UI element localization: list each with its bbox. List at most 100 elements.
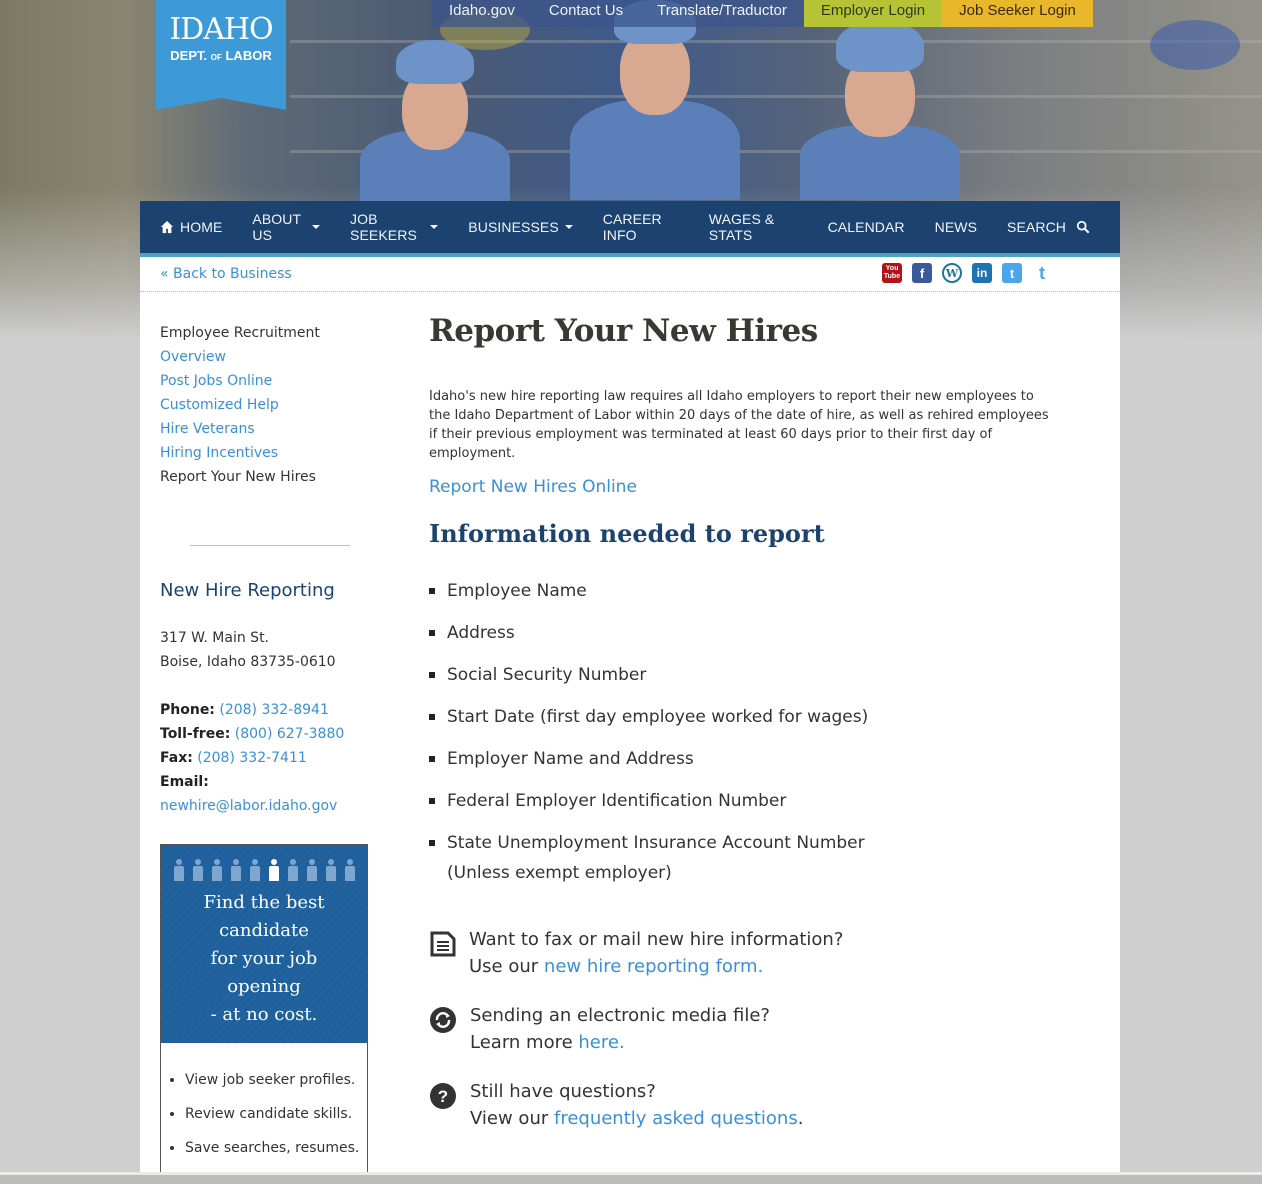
faq-cta: ? Still have questions? View our frequen… [429,1078,1059,1132]
sidebar: Employee Recruitment Overview Post Jobs … [160,321,370,818]
tollfree-link[interactable]: (800) 627-3880 [235,726,345,742]
back-to-business-link[interactable]: « Back to Business [160,266,292,282]
cta-text: Still have questions? [470,1081,656,1102]
electronic-media-learn-more-link[interactable]: here. [578,1032,624,1053]
nav-career-info[interactable]: CAREER INFO [603,211,679,243]
sidebar-item-customized-help[interactable]: Customized Help [160,393,370,417]
breadcrumb-bar: « Back to Business You Tube f W in t t [140,257,1120,292]
person-icon [306,859,317,881]
cta-suffix: . [797,1108,804,1129]
person-icon [287,859,298,881]
question-circle-icon: ? [430,1083,456,1109]
person-icon [173,859,184,881]
facebook-icon[interactable]: f [912,263,932,283]
requirement-item: Social Security Number [429,660,1059,690]
fax-link[interactable]: (208) 332-7411 [197,750,307,766]
new-hire-reporting-form-link[interactable]: new hire reporting form. [544,956,763,977]
faq-link[interactable]: frequently asked questions [554,1108,798,1129]
report-new-hires-online-link[interactable]: Report New Hires Online [429,477,1059,497]
requirement-note: (Unless exempt employer) [447,863,672,883]
promo-line: candidate [219,920,309,941]
cta-prefix: Learn more [470,1032,579,1053]
sidebar-section-title: Employee Recruitment [160,325,320,341]
nav-search[interactable]: SEARCH [1007,219,1090,235]
fax-mail-cta: Want to fax or mail new hire information… [429,926,1059,980]
page-title: Report Your New Hires [429,313,818,349]
idaho-dept-of-labor-logo[interactable]: IDAHO DEPT. OF LABOR [156,0,286,110]
employer-login-button[interactable]: Employer Login [803,0,943,27]
promo-line: opening [227,976,301,997]
sidebar-item-current: Report Your New Hires [160,469,316,485]
wordpress-icon[interactable]: W [942,263,962,283]
translate-link[interactable]: Translate/Traductor [640,0,804,27]
nav-businesses[interactable]: BUSINESSES [468,219,573,235]
cta-prefix: View our [470,1108,554,1129]
address-line-1: 317 W. Main St. [160,630,270,646]
cta-text: Want to fax or mail new hire information… [469,929,844,950]
sidebar-item-hire-veterans[interactable]: Hire Veterans [160,417,370,441]
address-line-2: Boise, Idaho 83735-0610 [160,654,336,670]
logo-dept-text: DEPT. OF LABOR [156,48,286,63]
twitter-square-icon[interactable]: t [1002,263,1022,283]
sidebar-item-hiring-incentives[interactable]: Hiring Incentives [160,441,370,465]
phone-label: Phone: [160,702,215,718]
phone-link[interactable]: (208) 332-8941 [219,702,329,718]
fax-label: Fax: [160,750,193,766]
requirement-item: Federal Employer Identification Number [429,786,1059,816]
nav-news[interactable]: NEWS [935,219,977,235]
promo-benefit: Save searches, resumes. [185,1131,367,1165]
nav-job-seekers[interactable]: JOB SEEKERS [350,211,439,243]
requirement-item: Start Date (first day employee worked fo… [429,702,1059,732]
contact-heading: New Hire Reporting [160,580,335,601]
caret-down-icon [430,225,439,229]
contact-us-link[interactable]: Contact Us [531,0,641,27]
cta-text: Sending an electronic media file? [470,1005,770,1026]
document-icon [430,931,456,957]
promo-line: Find the best [203,892,325,913]
promo-benefits-list: View job seeker profiles. Review candida… [161,1063,367,1165]
nav-wages-stats[interactable]: WAGES & STATS [709,211,798,243]
email-label: Email: [160,774,209,790]
sidebar-item-overview[interactable]: Overview [160,345,370,369]
hero-detail [1150,20,1240,70]
person-icon [192,859,203,881]
nav-home-label: HOME [180,219,223,235]
idaho-gov-link[interactable]: Idaho.gov [432,0,532,27]
person-icon [230,859,241,881]
intro-paragraph: Idaho's new hire reporting law requires … [429,389,1049,461]
twitter-icon[interactable]: t [1032,263,1052,283]
find-candidate-promo[interactable]: Find the best candidate for your job ope… [160,844,368,1175]
promo-line: for your job [210,948,318,969]
contact-details: Phone: (208) 332-8941 Toll-free: (800) 6… [160,698,370,818]
requirement-item: Address [429,618,1059,648]
utility-nav: Idaho.gov Contact Us Translate/Traductor… [432,0,1093,27]
promo-line: - at no cost. [210,1004,318,1025]
promo-benefit: View job seeker profiles. [185,1063,367,1097]
sidebar-divider [190,545,350,546]
email-link[interactable]: newhire@labor.idaho.gov [160,798,337,814]
nav-home[interactable]: HOME [160,219,222,235]
social-links: You Tube f W in t t [882,263,1052,283]
sidebar-item-post-jobs-online[interactable]: Post Jobs Online [160,369,370,393]
nav-about-us[interactable]: ABOUT US [252,211,321,243]
main-nav: HOME ABOUT US JOB SEEKERS BUSINESSES CAR… [140,201,1120,257]
nav-job-seekers-label: JOB SEEKERS [350,211,417,243]
person-icon [325,859,336,881]
youtube-icon[interactable]: You Tube [882,263,902,283]
person-icon [249,859,260,881]
person-icon-highlighted [268,859,279,881]
promo-benefit: Review candidate skills. [185,1097,367,1131]
svg-text:?: ? [438,1087,448,1106]
horizontal-scrollbar[interactable] [0,1172,1262,1184]
caret-down-icon [564,225,573,229]
requirement-item: State Unemployment Insurance Account Num… [429,828,1059,888]
logo-idaho-text: IDAHO [169,12,273,47]
people-icon-row [161,845,367,889]
job-seeker-login-button[interactable]: Job Seeker Login [942,0,1093,27]
nav-calendar[interactable]: CALENDAR [828,219,905,235]
linkedin-icon[interactable]: in [972,263,992,283]
main-content: Report Your New Hires Idaho's new hire r… [429,313,1059,1132]
promo-banner: Find the best candidate for your job ope… [161,845,367,1043]
caret-down-icon [312,225,321,229]
contact-address: 317 W. Main St. Boise, Idaho 83735-0610 [160,626,370,674]
